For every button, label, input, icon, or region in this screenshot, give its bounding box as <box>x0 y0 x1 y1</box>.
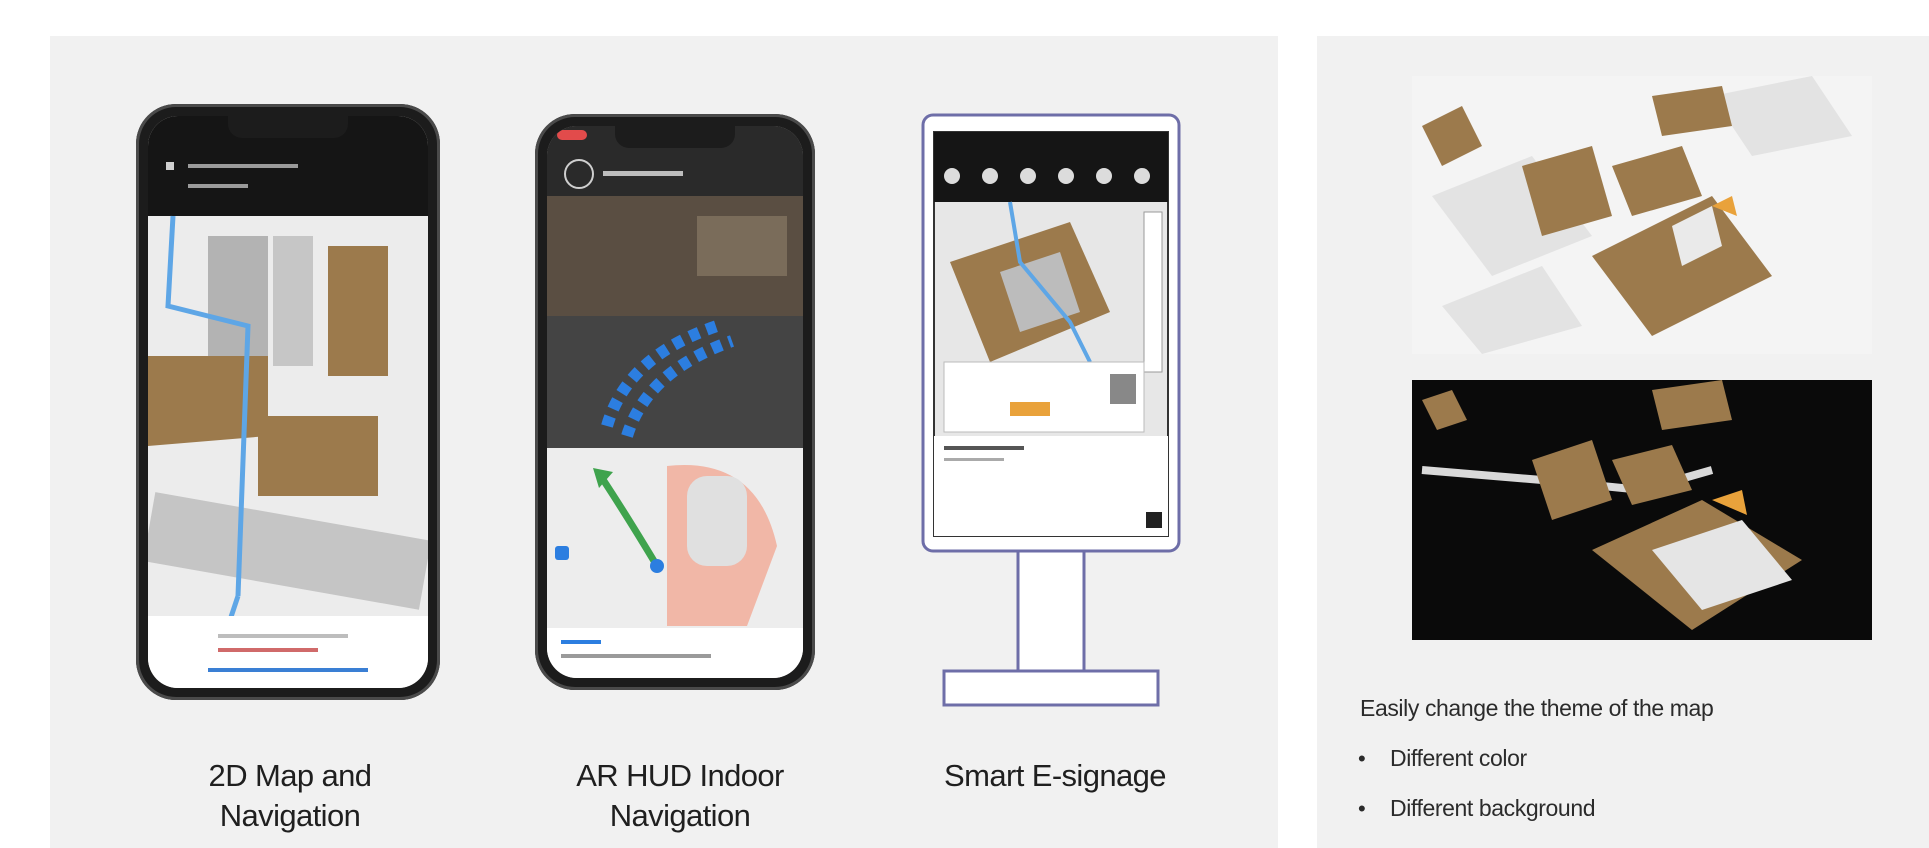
2d-map-screen-graphic <box>148 116 428 688</box>
bullet-icon: • <box>1358 746 1366 771</box>
caption-e-signage-line1: Smart E-signage <box>944 758 1166 793</box>
phone-ar-hud-illustration <box>535 114 815 690</box>
caption-e-signage: Smart E-signage <box>920 756 1190 796</box>
caption-ar-hud-line1: AR HUD Indoor <box>576 758 784 793</box>
phone-notch <box>228 116 348 138</box>
bullet-different-background: • Different background <box>1358 795 1596 822</box>
ar-hud-screen-graphic <box>547 126 803 678</box>
phone-notch <box>615 126 735 148</box>
phone-2d-map-illustration <box>136 104 440 700</box>
kiosk-e-signage-illustration <box>920 112 1182 708</box>
caption-2d-map-line1: 2D Map and <box>208 758 372 793</box>
bullet-icon: • <box>1358 796 1366 821</box>
phone-screen-2d-map <box>148 116 428 688</box>
theme-description: Easily change the theme of the map <box>1360 695 1714 721</box>
light-map-graphic <box>1412 76 1872 354</box>
bullet-text: Different background <box>1390 795 1596 821</box>
caption-2d-map: 2D Map and Navigation <box>150 756 430 836</box>
caption-ar-hud-line2: Navigation <box>609 798 751 833</box>
map-light-theme-illustration <box>1412 76 1872 354</box>
caption-2d-map-line2: Navigation <box>219 798 361 833</box>
bullet-text: Different color <box>1390 745 1527 771</box>
dark-map-graphic <box>1412 380 1872 640</box>
phone-screen-ar-hud <box>547 126 803 678</box>
bullet-different-color: • Different color <box>1358 745 1527 772</box>
kiosk-graphic <box>921 113 1181 707</box>
caption-ar-hud: AR HUD Indoor Navigation <box>540 756 820 836</box>
map-dark-theme-illustration <box>1412 380 1872 640</box>
